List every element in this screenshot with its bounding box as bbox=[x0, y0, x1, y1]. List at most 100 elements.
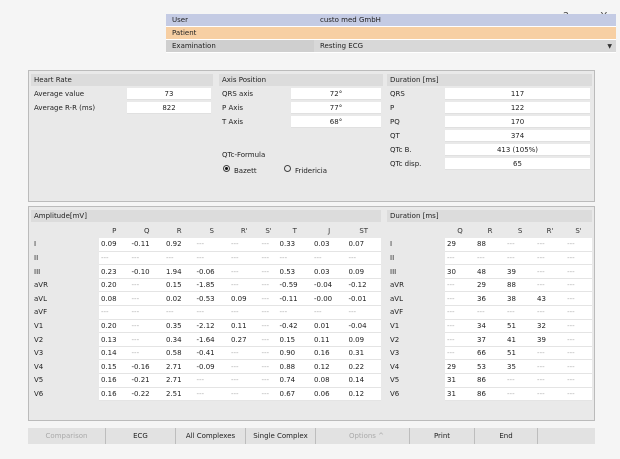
column-header: S bbox=[209, 226, 214, 235]
table-cell: 0.06 bbox=[311, 387, 347, 402]
table-cell: --- bbox=[194, 251, 229, 266]
table-cell: --- bbox=[99, 305, 130, 320]
axis-title: Axis Position bbox=[219, 74, 383, 86]
table-cell: -0.53 bbox=[194, 291, 229, 307]
print-button[interactable]: Print bbox=[410, 428, 475, 444]
column-header: S' bbox=[265, 226, 272, 235]
table-cell: 0.20 bbox=[99, 278, 130, 293]
duration-table: Q R S R' S' I 29 88 --- --- --- II --- --- --- --- --- II… bbox=[387, 224, 592, 402]
table-cell: -0.04 bbox=[311, 278, 347, 293]
p-axis-label: P Axis bbox=[222, 104, 243, 112]
table-cell: -0.22 bbox=[129, 387, 164, 402]
table-row: V5 31 86 --- --- --- bbox=[387, 373, 592, 388]
table-row: V6 31 86 --- --- --- bbox=[387, 387, 592, 402]
table-cell: --- bbox=[129, 305, 164, 320]
comparison-button[interactable]: Comparison bbox=[28, 428, 106, 444]
examination-row[interactable]: Examination Resting ECG ▼ bbox=[166, 40, 616, 53]
duration-value: 413 (105%) bbox=[445, 144, 590, 156]
bazett-label: Bazett bbox=[234, 167, 257, 175]
column-header: R bbox=[487, 226, 493, 235]
chevron-down-icon[interactable]: ▼ bbox=[607, 40, 612, 53]
table-cell: --- bbox=[475, 305, 506, 320]
patient-row[interactable]: Patient bbox=[166, 27, 616, 40]
button-bar: Comparison ECG All Complexes Single Complex… bbox=[28, 428, 595, 444]
lead-label: aVL bbox=[31, 291, 99, 306]
table-cell: --- bbox=[228, 251, 260, 266]
table-cell: --- bbox=[194, 237, 229, 252]
p-axis-value: 77° bbox=[291, 102, 381, 114]
table-cell: --- bbox=[565, 359, 592, 375]
duration-value: 374 bbox=[445, 130, 590, 142]
fridericia-option[interactable]: Fridericia bbox=[284, 165, 327, 177]
table-cell: 0.22 bbox=[346, 359, 381, 375]
table-cell: 2.71 bbox=[163, 373, 195, 388]
table-cell: 31 bbox=[445, 387, 476, 402]
table-cell: --- bbox=[505, 251, 536, 266]
table-row: V5 0.16 -0.21 2.71 --- --- --- 0.74 0.08 0.14 bbox=[31, 373, 381, 388]
column-header: T bbox=[292, 226, 297, 235]
table-cell: --- bbox=[565, 305, 592, 320]
qtc-formula-text: QTc-Formula bbox=[222, 151, 266, 159]
duration-value: 170 bbox=[445, 116, 590, 128]
table-cell: 0.92 bbox=[163, 237, 195, 252]
table-cell: --- bbox=[194, 387, 229, 402]
table-cell: 0.11 bbox=[228, 319, 260, 334]
lead-label: I bbox=[31, 237, 99, 252]
table-cell: --- bbox=[163, 305, 195, 320]
table-cell: 2.71 bbox=[163, 359, 195, 375]
table-cell: 0.08 bbox=[99, 291, 130, 307]
bazett-option[interactable]: Bazett bbox=[223, 165, 257, 177]
all-complexes-button[interactable]: All Complexes bbox=[176, 428, 246, 444]
table-cell: 0.02 bbox=[163, 291, 195, 307]
examination-label: Examination bbox=[166, 40, 314, 52]
column-header: ST bbox=[359, 226, 369, 235]
lead-label: V2 bbox=[387, 332, 445, 347]
table-cell: -0.21 bbox=[129, 373, 164, 388]
column-header: R' bbox=[240, 226, 248, 235]
table-cell: --- bbox=[129, 346, 164, 361]
radio-selected-icon[interactable] bbox=[223, 165, 230, 172]
lead-label: III bbox=[31, 264, 99, 279]
table-cell: 51 bbox=[505, 319, 536, 334]
table-cell: 0.12 bbox=[346, 387, 381, 402]
radio-unselected-icon[interactable] bbox=[284, 165, 291, 172]
table-cell: --- bbox=[259, 319, 278, 334]
table-cell: --- bbox=[228, 346, 260, 361]
table-cell: 0.16 bbox=[99, 373, 130, 388]
table-cell: 0.14 bbox=[346, 373, 381, 388]
table-cell: --- bbox=[311, 251, 347, 266]
table-cell: --- bbox=[565, 387, 592, 402]
table-cell: -0.16 bbox=[129, 359, 164, 375]
header-info: User custo med GmbH Patient Examination … bbox=[166, 14, 616, 53]
ecg-button[interactable]: ECG bbox=[106, 428, 176, 444]
table-cell: 86 bbox=[475, 373, 506, 388]
table-cell: 0.16 bbox=[311, 346, 347, 361]
table-row: V2 0.13 --- 0.34 -1.64 0.27 --- 0.15 0.11 0.09 bbox=[31, 332, 381, 347]
table-cell: -1.64 bbox=[194, 332, 229, 347]
options-button[interactable]: Options ^ bbox=[324, 428, 410, 444]
lead-header bbox=[387, 224, 445, 238]
table-cell: 0.13 bbox=[99, 332, 130, 347]
single-complex-button[interactable]: Single Complex bbox=[246, 428, 316, 444]
end-button[interactable]: End bbox=[475, 428, 538, 444]
table-cell: --- bbox=[99, 251, 130, 266]
duration-row: QTc B. 413 (105%) bbox=[387, 144, 590, 156]
lead-label: aVR bbox=[387, 278, 445, 292]
table-row: V3 0.14 --- 0.58 -0.41 --- --- 0.90 0.16 0.31 bbox=[31, 346, 381, 361]
table-cell: 0.15 bbox=[277, 332, 312, 347]
hr-value: 73 bbox=[127, 88, 211, 100]
table-cell: 29 bbox=[445, 359, 476, 375]
table-cell: --- bbox=[505, 387, 536, 402]
table-cell: 0.23 bbox=[99, 264, 130, 279]
lead-label: I bbox=[387, 237, 445, 252]
table-cell: --- bbox=[228, 373, 260, 388]
table-row: aVL 0.08 --- 0.02 -0.53 0.09 --- -0.11 -0.00 -0.0… bbox=[31, 291, 381, 307]
table-cell: 0.09 bbox=[99, 237, 130, 252]
table-cell: 31 bbox=[445, 373, 476, 388]
table-cell: --- bbox=[259, 346, 278, 361]
table-cell: 0.12 bbox=[311, 359, 347, 375]
table-cell: --- bbox=[228, 359, 260, 375]
table-row: II --- --- --- --- --- --- --- --- --- bbox=[31, 251, 381, 266]
table-cell: -0.11 bbox=[277, 291, 312, 307]
table-cell: -0.10 bbox=[129, 264, 164, 279]
